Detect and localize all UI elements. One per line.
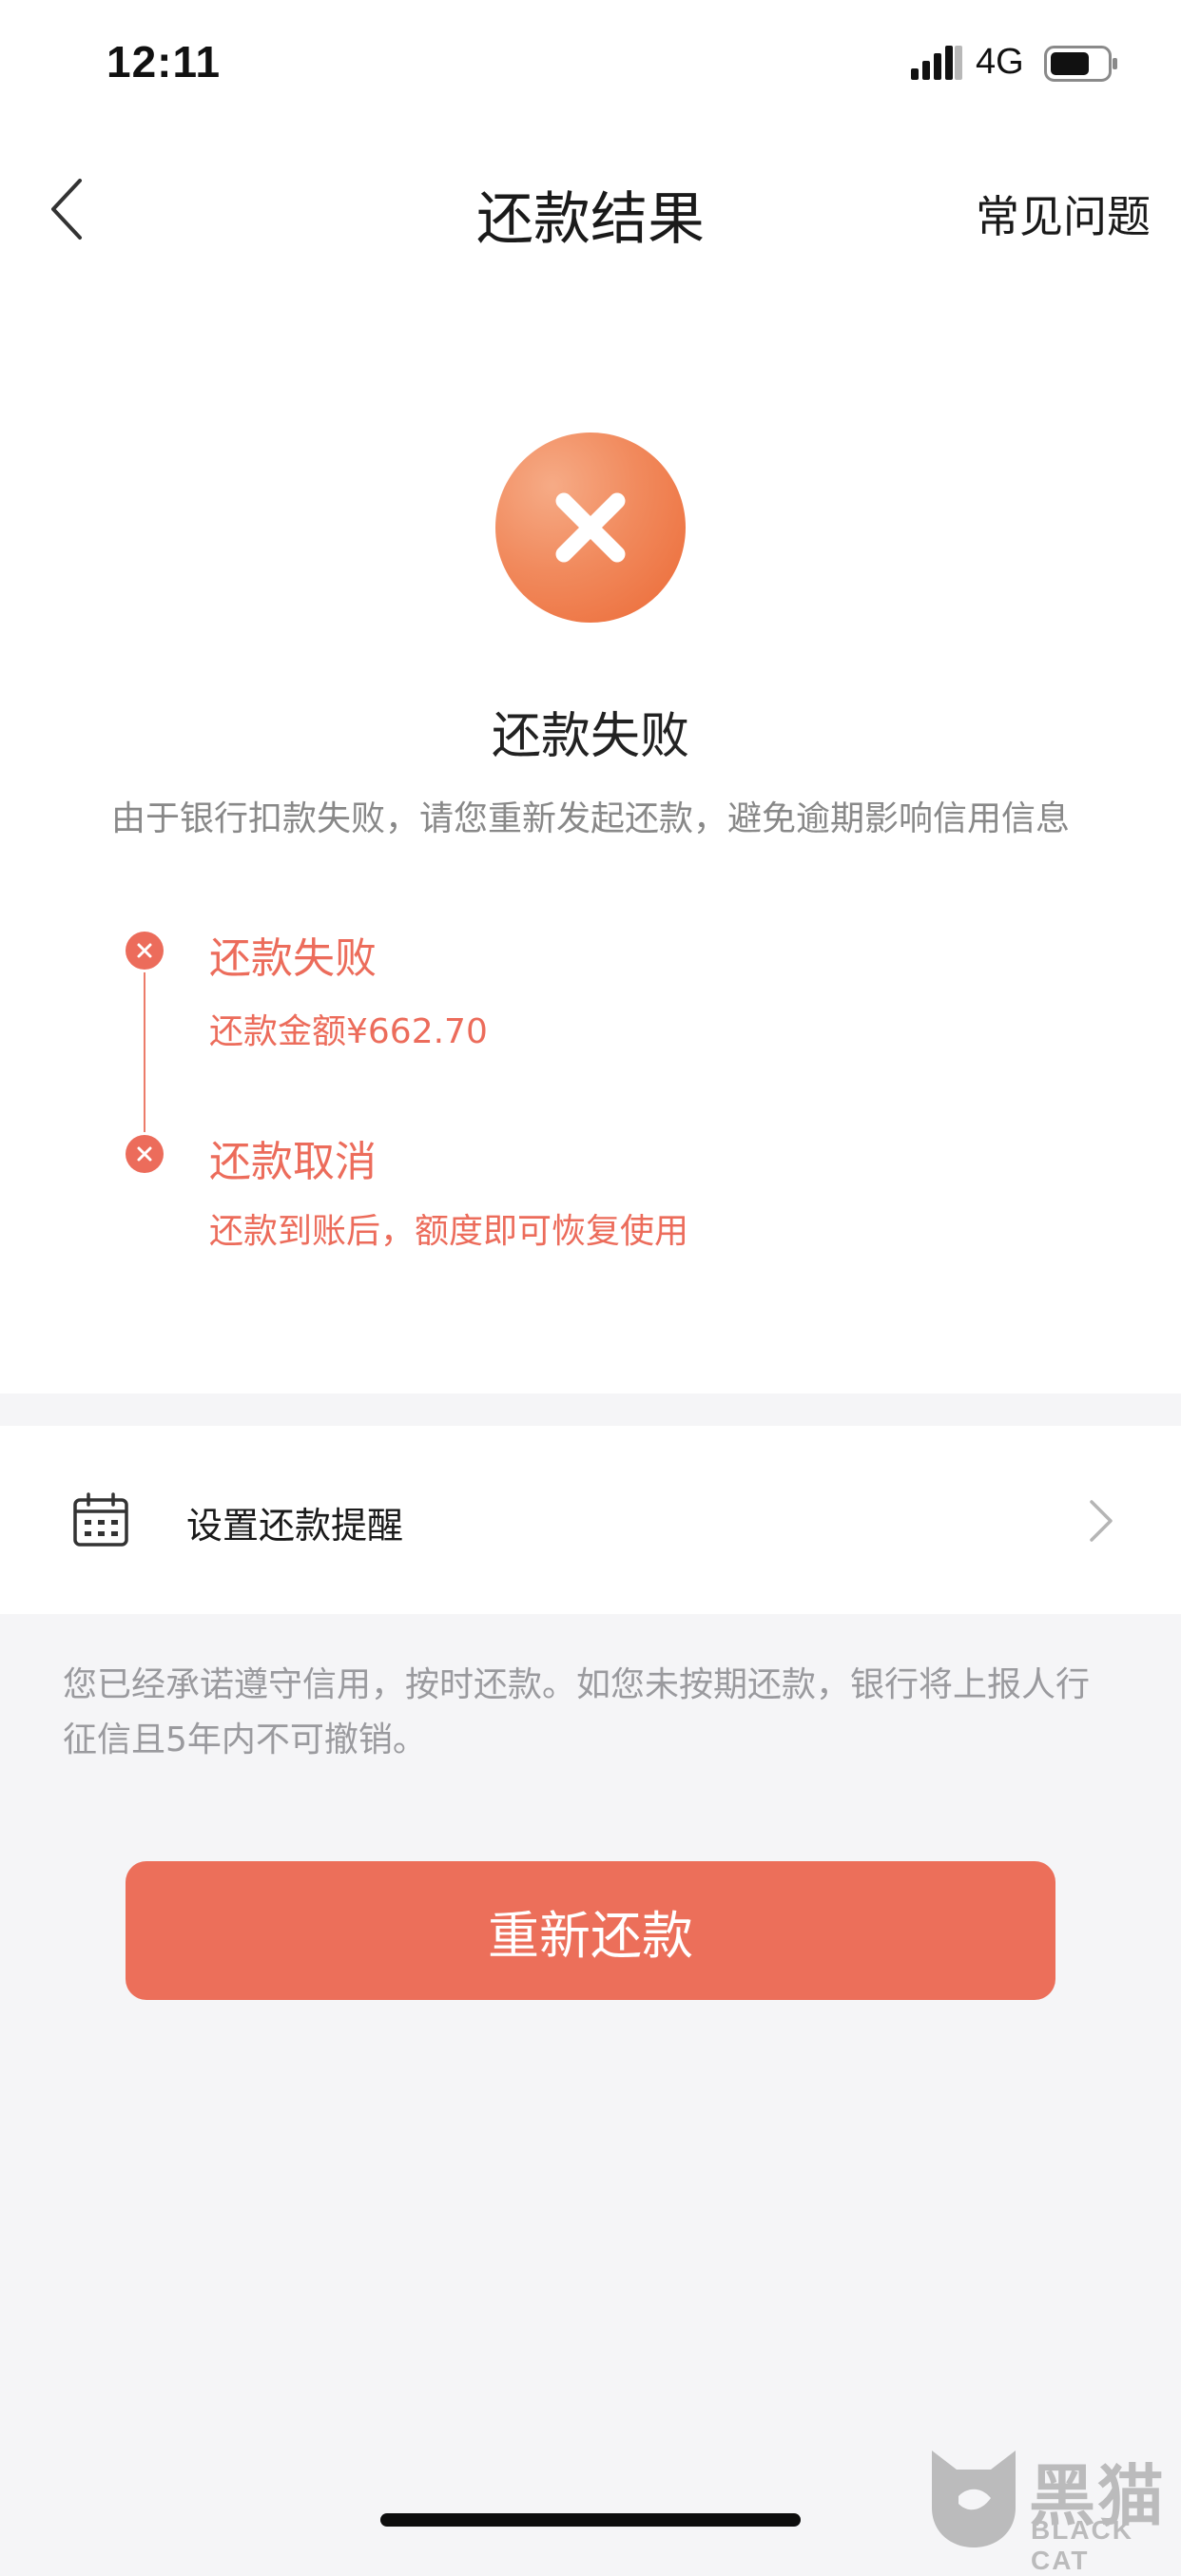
result-description: 由于银行扣款失败，请您重新发起还款，避免逾期影响信用信息: [110, 799, 1070, 838]
timeline-line: [144, 951, 145, 1152]
nav-bar: 还款结果 常见问题: [0, 133, 1181, 285]
timeline-step-amount: 还款金额¥662.70: [209, 1012, 488, 1051]
home-indicator[interactable]: [380, 2513, 801, 2527]
timeline-step-title: 还款取消: [209, 1138, 377, 1186]
calendar-icon: [73, 1492, 128, 1547]
status-bar: 12:11 4G: [0, 0, 1181, 133]
credit-notice: 您已经承诺遵守信用，按时还款。如您未按期还款，银行将上报人行征信且5年内不可撤销…: [63, 1665, 1091, 1759]
watermark: 黑猫 BLACK CAT: [919, 2435, 1181, 2575]
signal-icon: [911, 46, 962, 80]
x-circle-icon: [126, 932, 164, 970]
set-reminder-row[interactable]: 设置还款提醒: [0, 1426, 1181, 1614]
timeline-step-title: 还款失败: [209, 934, 377, 983]
reminder-label: 设置还款提醒: [186, 1505, 404, 1547]
back-chevron-icon: [51, 179, 82, 240]
status-time: 12:11: [106, 37, 222, 87]
back-button[interactable]: [29, 162, 105, 257]
x-circle-icon: [126, 1135, 164, 1173]
black-cat-logo-icon: [932, 2451, 1016, 2547]
page-title: 还款结果: [476, 186, 705, 253]
watermark-text-en: BLACK CAT: [1031, 2515, 1133, 2575]
fail-x-icon: [495, 433, 686, 623]
result-card: 还款失败 由于银行扣款失败，请您重新发起还款，避免逾期影响信用信息 还款失败 还…: [0, 285, 1181, 1394]
battery-icon: [1044, 46, 1117, 82]
network-type: 4G: [976, 42, 1024, 82]
chevron-right-icon: [1090, 1500, 1113, 1542]
timeline-step-detail: 还款到账后，额度即可恢复使用: [209, 1212, 689, 1251]
retry-payment-button[interactable]: 重新还款: [126, 1861, 1055, 2000]
result-title: 还款失败: [491, 708, 689, 765]
faq-link[interactable]: 常见问题: [941, 183, 1151, 245]
